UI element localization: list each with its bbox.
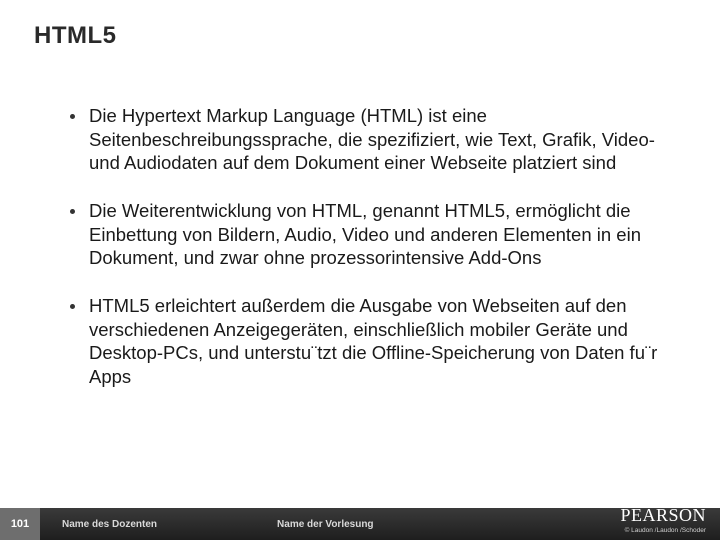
bullet-dot-icon (70, 209, 75, 214)
brand-block: PEARSON © Laudon /Laudon /Schoder (620, 505, 706, 534)
bullet-text: Die Weiterentwicklung von HTML, genannt … (89, 199, 686, 270)
bullet-item: Die Hypertext Markup Language (HTML) ist… (70, 104, 686, 175)
lecture-name: Name der Vorlesung (277, 519, 374, 530)
page-number: 101 (0, 508, 40, 540)
bullet-item: HTML5 erleichtert außerdem die Ausgabe v… (70, 294, 686, 389)
slide-title: HTML5 (34, 22, 117, 50)
bullet-text: Die Hypertext Markup Language (HTML) ist… (89, 104, 686, 175)
brand-logo: PEARSON (620, 505, 706, 526)
copyright-text: © Laudon /Laudon /Schoder (620, 527, 706, 534)
bullet-dot-icon (70, 304, 75, 309)
bullet-dot-icon (70, 114, 75, 119)
slide: HTML5 Die Hypertext Markup Language (HTM… (0, 0, 720, 540)
slide-body: Die Hypertext Markup Language (HTML) ist… (70, 104, 686, 413)
bullet-item: Die Weiterentwicklung von HTML, genannt … (70, 199, 686, 270)
slide-footer: 101 Name des Dozenten Name der Vorlesung… (0, 508, 720, 540)
bullet-text: HTML5 erleichtert außerdem die Ausgabe v… (89, 294, 686, 389)
lecturer-name: Name des Dozenten (62, 519, 157, 530)
